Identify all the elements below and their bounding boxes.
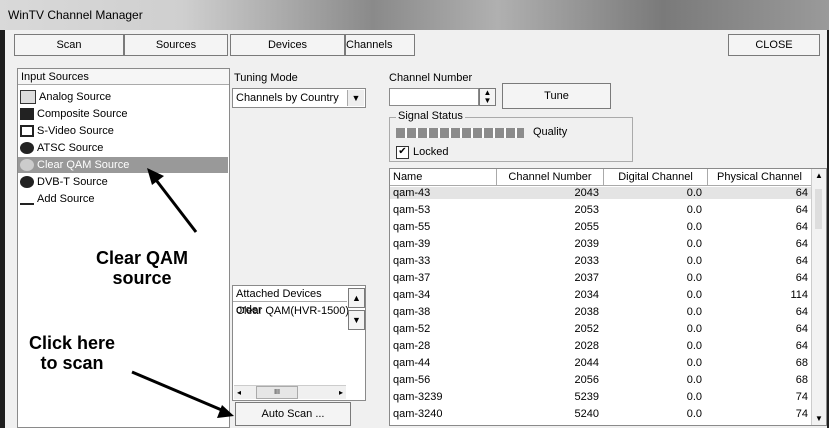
annotation-clear-qam: Clear QAM source: [95, 248, 189, 288]
arrow-to-auto-scan: [131, 370, 225, 413]
arrowhead-icon: [217, 405, 234, 418]
app-window: WinTV Channel Manager Scan Sources Devic…: [0, 0, 829, 428]
arrowhead-icon: [147, 168, 164, 185]
arrow-to-clear-qam: [151, 175, 198, 233]
annotation-click-to-scan: Click here to scan: [28, 333, 116, 373]
